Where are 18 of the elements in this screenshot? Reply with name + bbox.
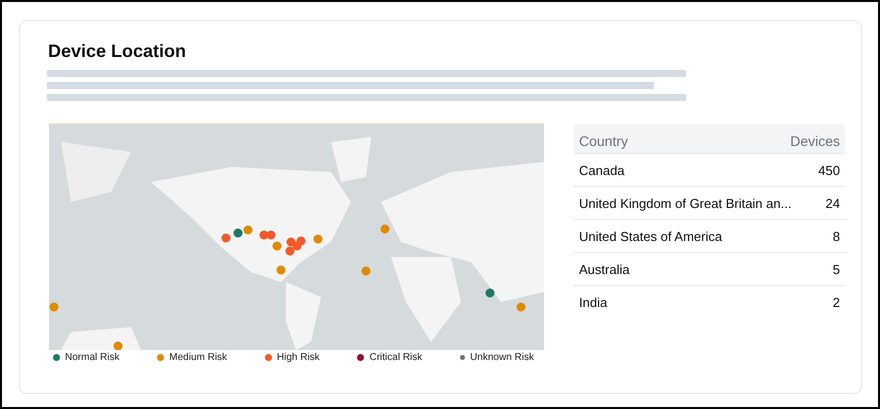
column-header: Devices (790, 133, 840, 149)
legend-label: Unknown Risk (470, 352, 534, 363)
table-cell: 5 (832, 262, 840, 277)
legend-label: High Risk (276, 352, 320, 363)
legend-label: Medium Risk (169, 352, 228, 363)
legend-label: Critical Risk (369, 352, 422, 363)
table-cell: India (579, 295, 608, 310)
table-cell: 450 (818, 163, 840, 178)
table-cell: Canada (579, 163, 625, 178)
legend-label: Normal Risk (65, 352, 120, 363)
table-cell: 8 (832, 229, 840, 244)
column-header: Country (579, 133, 628, 149)
table-cell: 24 (826, 196, 840, 211)
table-cell: United States of America (579, 229, 722, 244)
table-cell: 2 (832, 295, 840, 310)
table-cell: United Kingdom of Great Britain an... (579, 196, 792, 211)
table-cell: Australia (579, 262, 630, 277)
card-title: Device Location (48, 41, 188, 62)
